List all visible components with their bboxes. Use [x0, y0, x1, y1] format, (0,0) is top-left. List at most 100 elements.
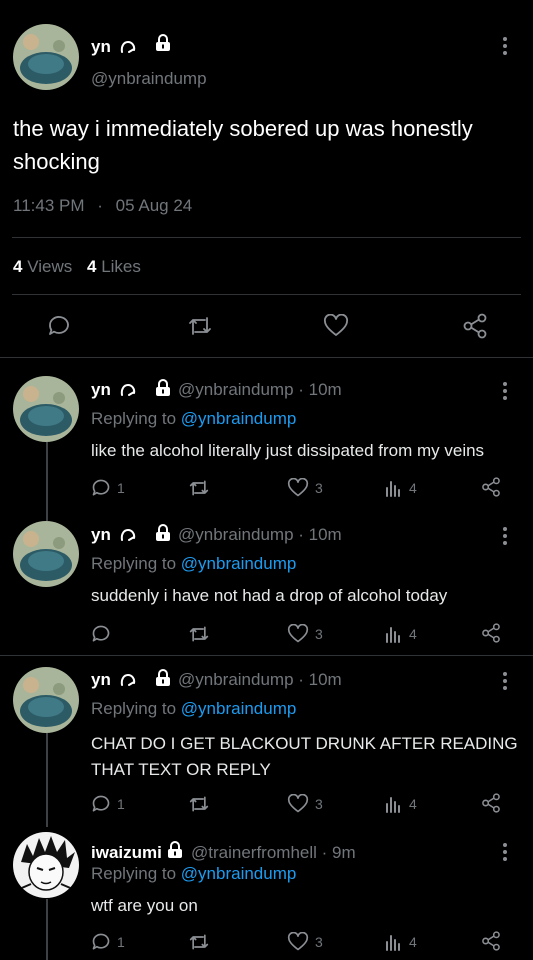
- views-action[interactable]: 4: [385, 932, 417, 952]
- stats-row: 4 Views 4 Likes: [13, 257, 141, 277]
- reply-icon: [92, 479, 110, 496]
- handle[interactable]: @trainerfromhell · 9m: [191, 843, 356, 863]
- replying-to: Replying to @ynbraindump: [91, 699, 296, 719]
- avatar[interactable]: [13, 24, 79, 90]
- replying-to: Replying to @ynbraindump: [91, 409, 296, 429]
- avatar[interactable]: [13, 376, 79, 442]
- date: 05 Aug 24: [115, 196, 193, 215]
- replying-to: Replying to @ynbraindump: [91, 864, 296, 884]
- retweet-icon: [189, 480, 209, 496]
- retweet-icon: [189, 934, 209, 950]
- share-action[interactable]: [481, 477, 501, 497]
- handle[interactable]: @ynbraindump · 10m: [178, 670, 342, 690]
- like-icon: [287, 932, 309, 951]
- replying-label: Replying to: [91, 864, 177, 883]
- time: 11:43 PM: [13, 196, 85, 215]
- views-count: 4: [409, 934, 417, 950]
- more-icon[interactable]: [502, 672, 508, 690]
- reply-action[interactable]: [91, 624, 117, 644]
- retweet-action[interactable]: [188, 624, 210, 644]
- like-count: 3: [315, 934, 323, 950]
- like-count: 3: [315, 796, 323, 812]
- avatar[interactable]: [13, 667, 79, 733]
- share-action[interactable]: [481, 931, 501, 951]
- share-icon: [482, 623, 500, 643]
- like-icon: [287, 624, 309, 643]
- handle[interactable]: @ynbraindump · 10m: [178, 380, 342, 400]
- reply-count: 1: [117, 796, 125, 812]
- avatar[interactable]: [13, 521, 79, 587]
- replying-label: Replying to: [91, 699, 177, 718]
- views-icon: [386, 935, 400, 951]
- reply-text-line: CHAT DO I GET BLACKOUT DRUNK AFTER READI…: [91, 734, 518, 753]
- glyph-icon: [120, 382, 136, 402]
- reply-text-line: THAT TEXT OR REPLY: [91, 760, 271, 779]
- like-action[interactable]: 3: [287, 794, 323, 814]
- views-label: Views: [27, 257, 73, 276]
- likes-count: 4: [86, 257, 97, 276]
- share-icon[interactable]: [462, 313, 488, 344]
- tweet-text: the way i immediately sobered up was hon…: [13, 116, 473, 174]
- handle[interactable]: @ynbraindump · 10m: [178, 525, 342, 545]
- more-icon[interactable]: [502, 382, 508, 400]
- reply-action[interactable]: 1: [91, 794, 125, 814]
- more-icon[interactable]: [502, 527, 508, 545]
- views-action[interactable]: 4: [385, 794, 417, 814]
- retweet-action[interactable]: [188, 932, 210, 952]
- reply-action[interactable]: 1: [91, 478, 125, 498]
- reply-text: suddenly i have not had a drop of alcoho…: [91, 586, 448, 605]
- views-action[interactable]: 4: [385, 478, 417, 498]
- replying-handle[interactable]: @ynbraindump: [181, 864, 297, 883]
- display-name[interactable]: yn: [91, 380, 111, 399]
- retweet-action[interactable]: [188, 794, 210, 814]
- reply-icon: [92, 625, 110, 642]
- share-icon: [482, 793, 500, 813]
- retweet-action[interactable]: [188, 478, 210, 498]
- like-action[interactable]: 3: [287, 624, 323, 644]
- more-icon[interactable]: [502, 37, 508, 55]
- lock-icon: [154, 524, 172, 547]
- retweet-icon: [189, 796, 209, 812]
- views-icon: [386, 627, 400, 643]
- views-icon: [386, 481, 400, 497]
- views-count: 4: [13, 257, 23, 276]
- like-icon: [287, 478, 309, 497]
- replying-handle[interactable]: @ynbraindump: [181, 409, 297, 428]
- views-count: 4: [409, 480, 417, 496]
- replying-label: Replying to: [91, 554, 177, 573]
- display-name[interactable]: yn: [91, 670, 111, 689]
- views-action[interactable]: 4: [385, 624, 417, 644]
- lock-icon: [154, 669, 172, 692]
- glyph-icon: [120, 39, 136, 59]
- thread-line: [46, 733, 48, 827]
- views-count: 4: [409, 796, 417, 812]
- share-icon: [482, 477, 500, 497]
- replying-handle[interactable]: @ynbraindump: [181, 699, 297, 718]
- likes-stat[interactable]: 4 Likes: [87, 257, 141, 276]
- like-action[interactable]: 3: [287, 932, 323, 952]
- glyph-icon: [120, 672, 136, 692]
- display-name[interactable]: iwaizumi: [91, 843, 162, 862]
- display-name[interactable]: yn: [91, 37, 111, 56]
- reply-icon[interactable]: [47, 314, 71, 343]
- display-name[interactable]: yn: [91, 525, 111, 544]
- timestamp: 11:43 PM · 05 Aug 24: [13, 196, 192, 216]
- likes-label: Likes: [101, 257, 141, 276]
- share-icon: [482, 931, 500, 951]
- avatar[interactable]: [13, 832, 79, 898]
- reply-action[interactable]: 1: [91, 932, 125, 952]
- like-action[interactable]: 3: [287, 478, 323, 498]
- divider: [12, 237, 521, 238]
- more-icon[interactable]: [502, 843, 508, 861]
- views-stat[interactable]: 4 Views: [13, 257, 77, 276]
- thread-line: [46, 899, 48, 960]
- share-action[interactable]: [481, 793, 501, 813]
- share-action[interactable]: [481, 623, 501, 643]
- like-count: 3: [315, 626, 323, 642]
- views-icon: [386, 797, 400, 813]
- replying-label: Replying to: [91, 409, 177, 428]
- like-icon[interactable]: [323, 313, 349, 343]
- retweet-icon[interactable]: [187, 314, 213, 343]
- replying-handle[interactable]: @ynbraindump: [181, 554, 297, 573]
- handle[interactable]: @ynbraindump: [91, 69, 207, 89]
